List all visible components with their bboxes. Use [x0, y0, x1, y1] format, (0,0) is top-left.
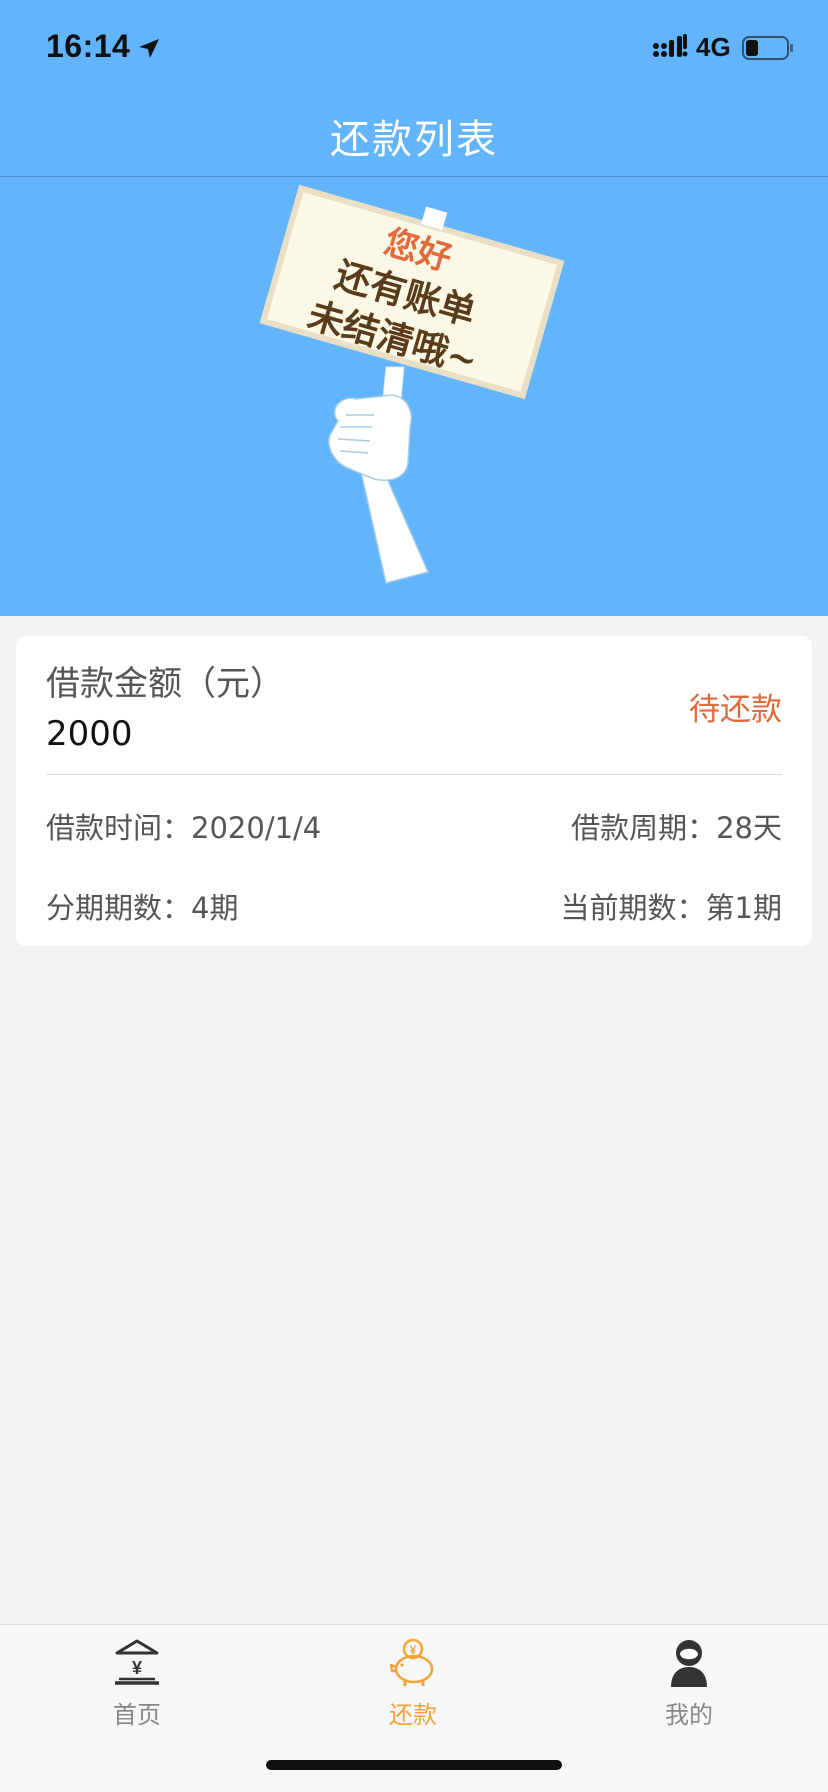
home-indicator[interactable] [266, 1760, 562, 1770]
tab-repay[interactable]: ¥ 还款 [323, 1637, 503, 1737]
piggy-bank-icon: ¥ [389, 1638, 434, 1686]
svg-text:¥: ¥ [132, 1658, 142, 1678]
info-row-time-period: 借款时间：2020/1/4 借款周期：28天 [46, 806, 782, 846]
tab-home-label: 首页 [113, 1701, 161, 1729]
current-installment-value: 第1期 [705, 891, 782, 925]
tab-home[interactable]: ¥ 首页 [47, 1637, 227, 1737]
loan-period-value: 28天 [716, 811, 782, 845]
network-type: 4G [696, 32, 731, 62]
loan-period: 借款周期：28天 [571, 805, 782, 847]
loan-time: 借款时间：2020/1/4 [46, 805, 321, 847]
amount-value: 2000 [46, 714, 133, 754]
info-row-installments: 分期期数：4期 当前期数：第1期 [46, 886, 782, 926]
card-divider [46, 774, 782, 775]
nav-bar: 还款列表 [0, 96, 828, 177]
battery-icon [742, 36, 793, 60]
tab-mine[interactable]: 我的 [599, 1637, 779, 1737]
location-arrow-icon [139, 39, 159, 58]
loan-card[interactable]: 借款金额（元） 2000 待还款 借款时间：2020/1/4 借款周期：28天 … [16, 636, 812, 946]
status-time: 16:14 [46, 28, 131, 64]
loan-time-label: 借款时间： [46, 811, 192, 845]
amount-label: 借款金额（元） [46, 664, 284, 704]
loan-time-value: 2020/1/4 [191, 811, 322, 845]
status-bar: 16:14 4G [0, 0, 828, 96]
page-title: 还款列表 [330, 117, 498, 163]
banner: 您好 还有账单 未结清哦~ [0, 177, 828, 616]
current-installment: 当前期数：第1期 [561, 885, 782, 927]
current-installment-label: 当前期数： [560, 891, 706, 925]
tab-mine-label: 我的 [665, 1701, 713, 1729]
bank-icon: ¥ [115, 1639, 159, 1685]
user-icon [671, 1640, 707, 1687]
signal-icon [653, 34, 688, 57]
status-badge: 待还款 [689, 692, 782, 728]
loan-period-label: 借款周期： [571, 811, 717, 845]
installments-label: 分期期数： [46, 891, 192, 925]
tab-repay-label: 还款 [389, 1701, 437, 1729]
installments-value: 4期 [191, 891, 239, 925]
installments: 分期期数：4期 [46, 885, 238, 927]
